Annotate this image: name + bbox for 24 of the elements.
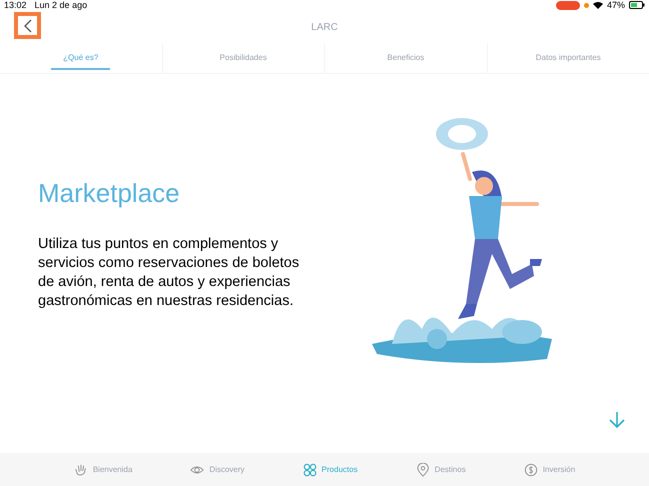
location-pin-icon: [416, 463, 430, 477]
hand-icon: [74, 463, 88, 477]
section-heading: Marketplace: [38, 177, 181, 210]
dollar-coin-icon: [524, 463, 538, 477]
wifi-icon: [592, 1, 603, 9]
nav-tab[interactable]: Discovery: [190, 463, 245, 477]
arrow-down-icon[interactable]: [609, 411, 625, 429]
nav-tab[interactable]: Destinos: [416, 463, 466, 477]
description-text: Utiliza tus puntos en complementos y servicios como reservaciones de boletos de avión, renta de autos y experiencias gastronómicas en nuestras residencias.: [38, 235, 300, 311]
tab[interactable]: Beneficios: [375, 48, 436, 70]
status-date: Lun 2 de ago: [34, 0, 88, 10]
status-time: 13:02: [4, 0, 27, 10]
back-button[interactable]: [14, 12, 41, 39]
battery-icon: [629, 1, 645, 9]
page-title: LARC: [311, 20, 338, 34]
tab[interactable]: ¿Qué es?: [51, 48, 110, 70]
nav-tab[interactable]: Productos: [302, 463, 358, 477]
grid-icon: [302, 463, 317, 477]
nav-tab[interactable]: Bienvenida: [74, 463, 132, 477]
battery-percent: 47%: [606, 0, 625, 10]
nav-tab[interactable]: Inversión: [524, 463, 576, 477]
chevron-left-icon: [24, 18, 32, 32]
tab[interactable]: Posibilidades: [208, 48, 279, 70]
tab[interactable]: Datos importantes: [524, 48, 613, 70]
